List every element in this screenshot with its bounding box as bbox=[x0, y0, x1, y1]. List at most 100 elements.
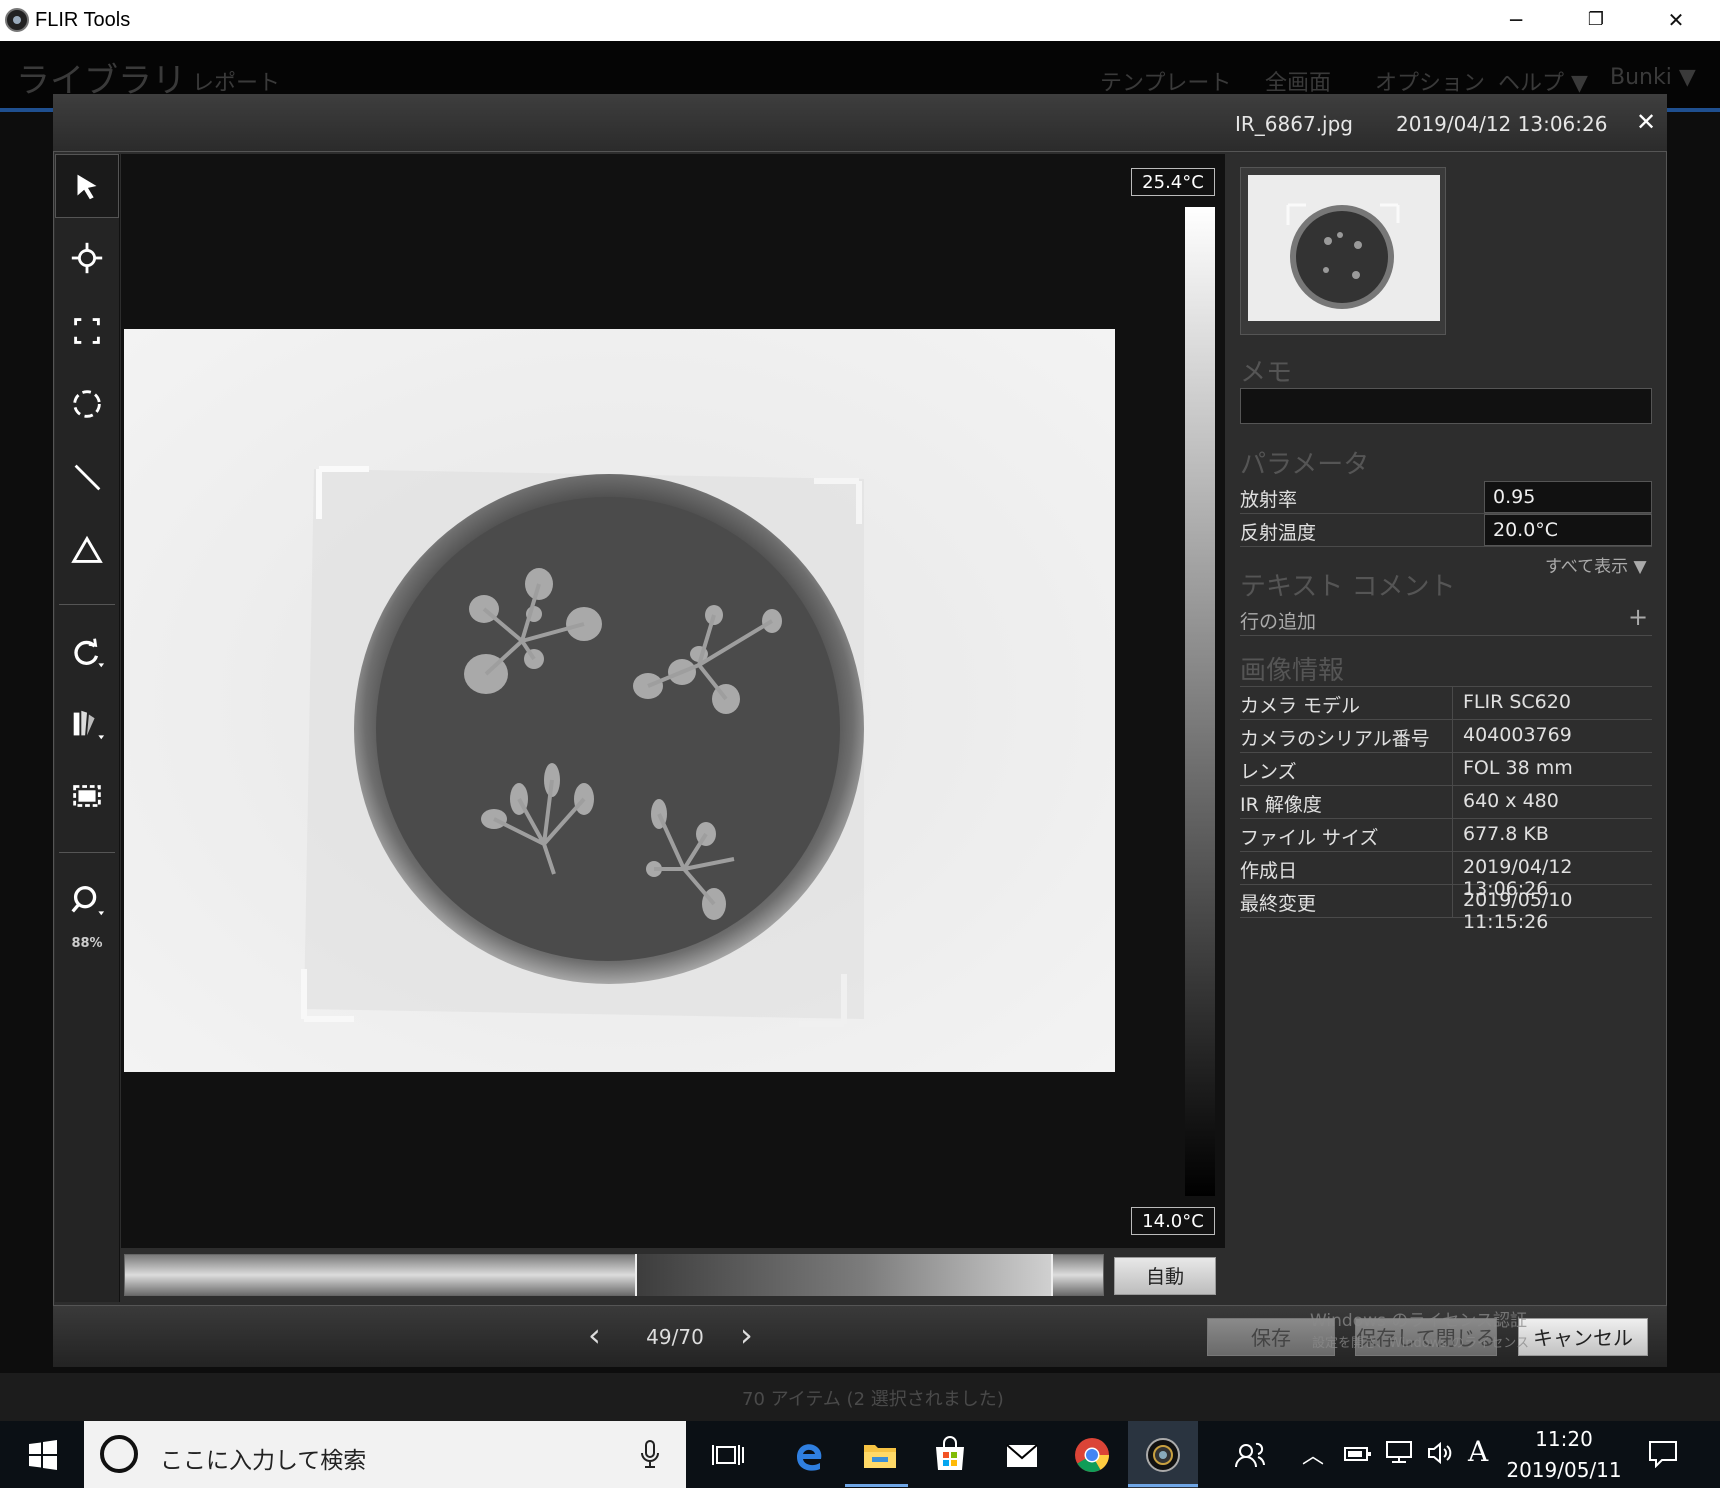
activation-watermark: Windows のライセンス認証 bbox=[1310, 1311, 1527, 1331]
info-label: 作成日 bbox=[1240, 860, 1298, 882]
prev-image-icon[interactable]: ‹ bbox=[588, 1316, 601, 1354]
level-span-handle[interactable] bbox=[635, 1254, 1053, 1296]
close-button[interactable]: ✕ bbox=[1636, 0, 1716, 41]
memo-input[interactable] bbox=[1240, 388, 1652, 424]
dialog-header: IR_6867.jpg 2019/04/12 13:06:26 ✕ bbox=[53, 94, 1667, 152]
info-value: 640 x 480 bbox=[1463, 790, 1559, 812]
microphone-icon[interactable] bbox=[639, 1439, 661, 1471]
menu-fullscreen[interactable]: 全画面 bbox=[1265, 65, 1331, 97]
info-label: ファイル サイズ bbox=[1240, 827, 1379, 849]
info-value: FLIR SC620 bbox=[1463, 691, 1571, 713]
param-row-emissivity: 放射率 0.95 bbox=[1240, 481, 1652, 514]
cell-divider bbox=[1452, 819, 1453, 851]
info-row: カメラのシリアル番号 404003769 bbox=[1240, 720, 1652, 753]
info-value: 2019/05/10 11:15:26 bbox=[1463, 889, 1573, 933]
fit-screen-icon[interactable] bbox=[55, 764, 119, 828]
window-title: FLIR Tools bbox=[35, 9, 131, 31]
toolbar-divider bbox=[59, 852, 115, 853]
info-row: ファイル サイズ 677.8 KB bbox=[1240, 819, 1652, 852]
info-label: IR 解像度 bbox=[1240, 794, 1322, 816]
info-label: カメラのシリアル番号 bbox=[1240, 728, 1430, 750]
info-label: 最終変更 bbox=[1240, 893, 1317, 915]
palette-icon[interactable] bbox=[55, 692, 119, 756]
taskbar-clock[interactable]: 11:20 2019/05/11 bbox=[1498, 1424, 1630, 1486]
cell-divider bbox=[1452, 720, 1453, 752]
action-center-icon[interactable] bbox=[1648, 1440, 1678, 1468]
temperature-scale-bar bbox=[1185, 207, 1215, 1196]
active-app-indicator bbox=[845, 1484, 908, 1487]
clock-time: 11:20 bbox=[1535, 1427, 1593, 1451]
cell-divider bbox=[1452, 852, 1453, 884]
cell-divider bbox=[1452, 687, 1453, 719]
windows-start-icon[interactable] bbox=[8, 1421, 78, 1488]
param-label: 反射温度 bbox=[1240, 522, 1317, 544]
maximize-button[interactable]: ❐ bbox=[1556, 0, 1636, 41]
emissivity-input[interactable]: 0.95 bbox=[1484, 481, 1652, 513]
volume-icon[interactable] bbox=[1426, 1440, 1456, 1466]
store-icon[interactable] bbox=[915, 1421, 985, 1488]
image-info-heading: 画像情報 bbox=[1240, 656, 1345, 686]
tray-chevron-icon[interactable]: ︿ bbox=[1302, 1438, 1324, 1470]
background-status-bar: 70 アイテム (2 選択されました) bbox=[0, 1373, 1720, 1421]
zoom-icon[interactable] bbox=[55, 868, 119, 932]
activation-watermark-sub: 設定を開き、Windows のライセンス bbox=[1312, 1336, 1529, 1351]
flir-tools-taskbar-icon[interactable] bbox=[1128, 1421, 1198, 1488]
zoom-percent: 88% bbox=[71, 936, 103, 951]
next-image-icon[interactable]: › bbox=[740, 1316, 753, 1354]
mail-icon[interactable] bbox=[987, 1421, 1057, 1488]
auto-adjust-button[interactable]: 自動 bbox=[1114, 1257, 1216, 1295]
param-row-reflected-temp: 反射温度 20.0°C bbox=[1240, 514, 1652, 547]
temp-scale-min[interactable]: 14.0°C bbox=[1131, 1207, 1215, 1235]
delta-icon[interactable] bbox=[55, 518, 119, 582]
task-view-icon[interactable] bbox=[694, 1421, 764, 1488]
edge-browser-icon[interactable] bbox=[774, 1421, 844, 1488]
emissivity-value: 0.95 bbox=[1493, 486, 1536, 508]
cancel-button[interactable]: キャンセル bbox=[1518, 1318, 1648, 1356]
add-row[interactable]: 行の追加 + bbox=[1240, 603, 1652, 636]
spot-meter-icon[interactable] bbox=[55, 226, 119, 290]
clock-date: 2019/05/11 bbox=[1506, 1458, 1622, 1482]
add-row-label: 行の追加 bbox=[1240, 611, 1317, 633]
line-tool-icon[interactable] bbox=[55, 445, 119, 509]
menu-help[interactable]: ヘルプ ▼ bbox=[1498, 65, 1588, 97]
show-all-link[interactable]: すべて表示 ▼ bbox=[1545, 552, 1647, 577]
menu-options[interactable]: オプション bbox=[1375, 65, 1485, 97]
file-datetime: 2019/04/12 13:06:26 bbox=[1396, 112, 1608, 136]
reflected-temp-input[interactable]: 20.0°C bbox=[1484, 514, 1652, 546]
taskbar-search[interactable]: ここに入力して検索 bbox=[84, 1421, 686, 1488]
network-icon[interactable] bbox=[1384, 1440, 1414, 1466]
cell-divider bbox=[1452, 753, 1453, 785]
menu-user[interactable]: Bunki ▼ bbox=[1610, 65, 1696, 90]
people-icon[interactable] bbox=[1215, 1421, 1285, 1488]
status-text: 70 アイテム (2 選択されました) bbox=[742, 1389, 1004, 1410]
temp-scale-max[interactable]: 25.4°C bbox=[1131, 168, 1215, 196]
cell-divider bbox=[1452, 786, 1453, 818]
file-explorer-icon[interactable] bbox=[845, 1421, 915, 1488]
box-area-icon[interactable] bbox=[55, 299, 119, 363]
minimize-button[interactable]: ─ bbox=[1476, 0, 1556, 41]
chrome-icon[interactable] bbox=[1057, 1421, 1127, 1488]
add-row-plus-icon[interactable]: + bbox=[1628, 603, 1648, 631]
ime-indicator[interactable]: A bbox=[1468, 1435, 1488, 1468]
select-arrow-icon[interactable] bbox=[55, 154, 119, 218]
file-name: IR_6867.jpg bbox=[1235, 112, 1353, 136]
info-row: レンズ FOL 38 mm bbox=[1240, 753, 1652, 786]
menu-report[interactable]: レポート bbox=[192, 65, 280, 97]
thermal-image[interactable] bbox=[124, 329, 1115, 1072]
param-label: 放射率 bbox=[1240, 489, 1298, 511]
info-label: カメラ モデル bbox=[1240, 695, 1361, 717]
menu-template[interactable]: テンプレート bbox=[1100, 65, 1231, 97]
image-counter: 49/70 bbox=[646, 1325, 704, 1349]
dialog-close-icon[interactable]: ✕ bbox=[1636, 108, 1656, 136]
cell-divider bbox=[1452, 885, 1453, 917]
info-row: カメラ モデル FLIR SC620 bbox=[1240, 687, 1652, 720]
info-value: 404003769 bbox=[1463, 724, 1572, 746]
battery-icon[interactable] bbox=[1344, 1444, 1372, 1464]
cortana-icon[interactable] bbox=[100, 1435, 138, 1473]
ellipse-area-icon[interactable] bbox=[55, 372, 119, 436]
toolbar-divider bbox=[59, 604, 115, 605]
info-row: IR 解像度 640 x 480 bbox=[1240, 786, 1652, 819]
rotate-icon[interactable] bbox=[55, 620, 119, 684]
thumbnail[interactable] bbox=[1240, 167, 1446, 335]
window-title-bar: FLIR Tools ─ ❐ ✕ bbox=[0, 0, 1720, 41]
